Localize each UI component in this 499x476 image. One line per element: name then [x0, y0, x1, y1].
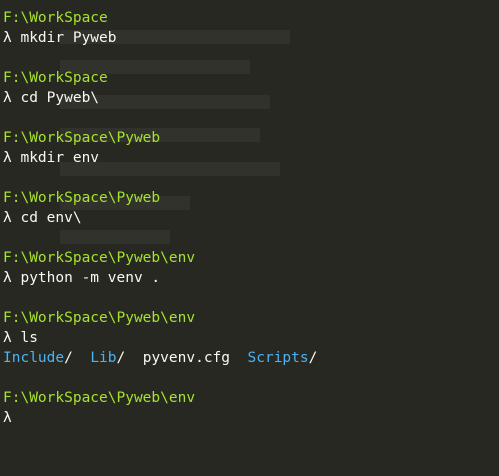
path-line: F:\WorkSpace [3, 8, 499, 28]
terminal-output: F:\WorkSpace λ mkdir Pyweb F:\WorkSpace … [3, 8, 499, 428]
dir-slash: / [64, 350, 73, 366]
path-line: F:\WorkSpace [3, 68, 499, 88]
file-entry-pyvenv[interactable]: pyvenv.cfg [143, 350, 230, 366]
command-text: cd env\ [20, 210, 82, 226]
cwd-path: F:\WorkSpace\Pyweb\env [3, 390, 196, 406]
command-line: λ cd env\ [3, 208, 499, 228]
prompt-symbol: λ [3, 270, 12, 286]
path-line: F:\WorkSpace\Pyweb [3, 128, 499, 148]
command-line: λ python -m venv . [3, 268, 499, 288]
cwd-path: F:\WorkSpace\Pyweb [3, 190, 161, 206]
command-line: λ mkdir Pyweb [3, 28, 499, 48]
command-line: λ mkdir env [3, 148, 499, 168]
command-text: cd Pyweb\ [20, 90, 100, 106]
prompt-symbol: λ [3, 410, 12, 426]
command-text: ls [20, 330, 38, 346]
path-line: F:\WorkSpace\Pyweb\env [3, 248, 499, 268]
cwd-path: F:\WorkSpace\Pyweb\env [3, 310, 196, 326]
command-text: mkdir env [20, 150, 100, 166]
cwd-path: F:\WorkSpace\Pyweb [3, 130, 161, 146]
dir-entry-scripts[interactable]: Scripts [248, 350, 309, 366]
dir-entry-include[interactable]: Include [3, 350, 64, 366]
prompt-symbol: λ [3, 30, 12, 46]
ls-output-line: Include/ Lib/ pyvenv.cfg Scripts/ [3, 348, 499, 368]
cwd-path: F:\WorkSpace [3, 70, 108, 86]
dir-entry-lib[interactable]: Lib [90, 350, 116, 366]
command-text: python -m venv . [20, 270, 161, 286]
command-line: λ cd Pyweb\ [3, 88, 499, 108]
prompt-symbol: λ [3, 150, 12, 166]
command-text: mkdir Pyweb [20, 30, 117, 46]
path-line: F:\WorkSpace\Pyweb [3, 188, 499, 208]
dir-slash: / [116, 350, 126, 366]
cwd-path: F:\WorkSpace [3, 10, 108, 26]
path-line: F:\WorkSpace\Pyweb\env [3, 308, 499, 328]
path-line: F:\WorkSpace\Pyweb\env [3, 388, 499, 408]
command-line-active[interactable]: λ [3, 408, 499, 428]
prompt-symbol: λ [3, 330, 12, 346]
prompt-symbol: λ [3, 90, 12, 106]
prompt-symbol: λ [3, 210, 12, 226]
cwd-path: F:\WorkSpace\Pyweb\env [3, 250, 196, 266]
command-line: λ ls [3, 328, 499, 348]
dir-slash: / [308, 350, 318, 366]
terminal-window[interactable]: F:\WorkSpace λ mkdir Pyweb F:\WorkSpace … [0, 0, 499, 476]
